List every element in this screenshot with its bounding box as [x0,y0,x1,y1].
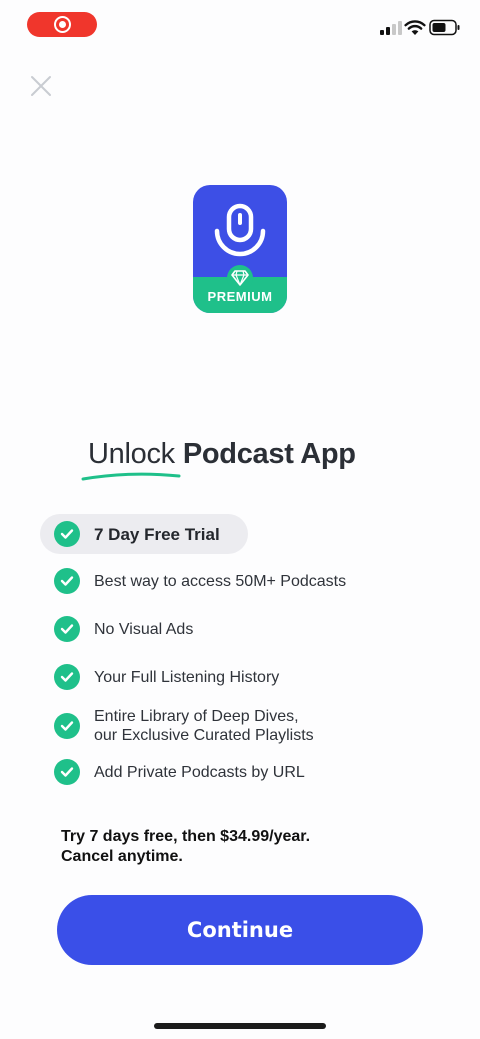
feature-item-no-ads: No Visual Ads [40,616,193,642]
feature-label: 7 Day Free Trial [94,524,220,544]
microphone-icon [214,203,266,257]
headline-prefix: Unlock [88,438,175,470]
feature-item-podcasts: Best way to access 50M+ Podcasts [40,568,346,594]
pricing-text: Try 7 days free, then $34.99/year. Cance… [61,827,421,867]
feature-label-line1: Entire Library of Deep Dives, [94,708,299,725]
feature-label-line2: our Exclusive Curated Playlists [94,727,314,744]
checkmark-circle-icon [54,713,80,739]
checkmark-circle-icon [54,616,80,642]
checkmark-circle-icon [54,759,80,785]
headline-app-name: Podcast App [182,438,356,470]
feature-label: Entire Library of Deep Dives, our Exclus… [94,707,314,745]
feature-label: Add Private Podcasts by URL [94,763,305,781]
continue-button[interactable]: Continue [57,895,423,965]
premium-label: PREMIUM [207,289,273,304]
close-icon[interactable] [27,72,55,100]
record-icon [53,16,71,33]
feature-item-free-trial: 7 Day Free Trial [40,514,248,554]
status-bar [0,0,480,52]
diamond-icon [227,265,253,291]
feature-item-private-podcasts: Add Private Podcasts by URL [40,759,305,785]
feature-item-library: Entire Library of Deep Dives, our Exclus… [40,707,314,745]
app-premium-icon: PREMIUM [193,185,287,313]
pricing-line1: Try 7 days free, then $34.99/year. [61,828,311,845]
home-indicator[interactable] [154,1023,326,1029]
headline-underline [81,472,181,481]
feature-item-history: Your Full Listening History [40,664,279,690]
wifi-icon [404,20,426,35]
cellular-signal-icon [380,20,402,35]
checkmark-circle-icon [54,664,80,690]
screen-recording-indicator[interactable] [27,12,97,37]
checkmark-circle-icon [54,568,80,594]
battery-icon [429,19,460,36]
feature-label: Your Full Listening History [94,668,280,686]
checkmark-circle-icon [54,521,80,547]
feature-label: Best way to access 50M+ Podcasts [94,572,347,590]
pricing-line2: Cancel anytime. [61,848,183,865]
feature-label: No Visual Ads [94,620,194,638]
